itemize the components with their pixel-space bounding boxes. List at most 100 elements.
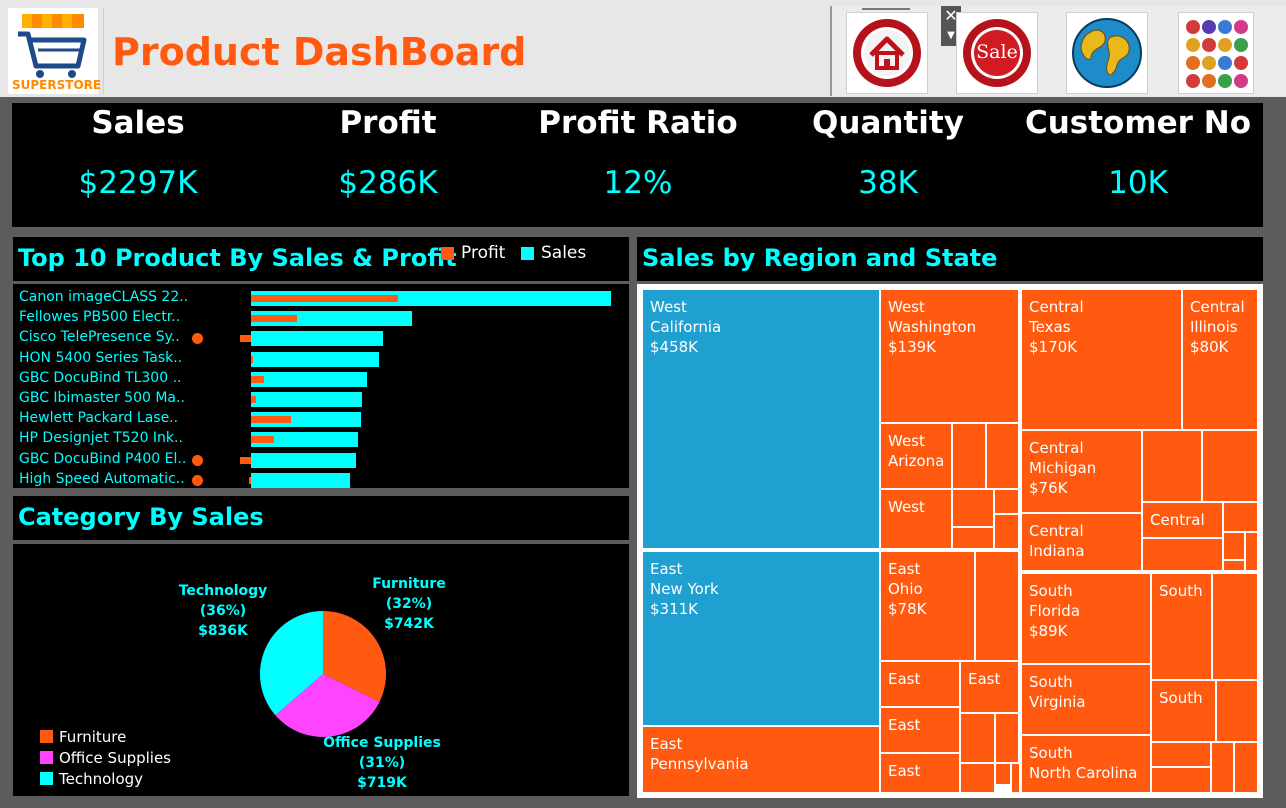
profit-bar[interactable]: [251, 355, 253, 363]
treemap-cell[interactable]: [986, 423, 1019, 489]
profit-bar[interactable]: [239, 456, 251, 464]
cell-region: East: [888, 670, 921, 688]
kpi-profit-ratio-label: Profit Ratio: [538, 105, 738, 141]
sales-bar[interactable]: [251, 371, 367, 387]
legend-technology-label: Technology: [59, 770, 144, 788]
treemap-cell-central-texas[interactable]: Central Texas $170K: [1021, 289, 1182, 430]
treemap-cell[interactable]: [1245, 532, 1258, 571]
kpi-sales-value: $2297K: [78, 165, 198, 201]
product-label: GBC Ibimaster 500 Ma..: [19, 390, 185, 406]
treemap-cell-central-illinois[interactable]: Central Illinois $80K: [1182, 289, 1258, 430]
profit-bar[interactable]: [251, 436, 275, 444]
product-label: Hewlett Packard Lase..: [19, 410, 179, 427]
pie-label-technology: Technology (36%) $836K: [168, 581, 278, 641]
pie-label-technology-pct: (36%): [199, 603, 247, 619]
treemap-cell[interactable]: [1212, 573, 1258, 680]
superstore-logo: SUPERSTORE: [8, 8, 102, 94]
product-label: HP Designjet T520 Ink..: [19, 430, 183, 447]
cell-state: Virginia: [1029, 693, 1086, 711]
treemap-cell-east-ohio[interactable]: East Ohio $78K: [880, 551, 975, 661]
treemap-cell-east-small-1[interactable]: East: [880, 661, 960, 707]
treemap-cell[interactable]: [1216, 680, 1258, 742]
treemap-cell-south-north-carolina[interactable]: South North Carolina: [1021, 735, 1151, 793]
treemap-cell-central-michigan[interactable]: Central Michigan $76K: [1021, 430, 1142, 513]
profit-bar[interactable]: [251, 416, 291, 424]
treemap-cell[interactable]: [952, 527, 994, 549]
profit-bar[interactable]: [251, 375, 264, 383]
top10-title: Top 10 Product By Sales & Profit: [18, 244, 457, 272]
treemap-cell[interactable]: [994, 514, 1019, 549]
cell-region: West: [888, 498, 925, 516]
kpi-quantity-label: Quantity: [812, 105, 964, 141]
sales-bar[interactable]: [251, 392, 362, 407]
treemap-cell-east-small-2[interactable]: East: [960, 661, 1019, 713]
treemap-cell[interactable]: [960, 763, 995, 793]
treemap-cell[interactable]: [1223, 502, 1258, 532]
treemap-cell[interactable]: [960, 713, 995, 763]
sales-bar[interactable]: [251, 351, 379, 367]
treemap-cell-west-arizona[interactable]: West Arizona: [880, 423, 952, 489]
cell-state: Indiana: [1029, 542, 1085, 560]
treemap-cell[interactable]: [995, 763, 1011, 785]
profit-bar[interactable]: [251, 295, 399, 302]
treemap-cell[interactable]: [1142, 538, 1223, 571]
treemap-cell[interactable]: [952, 423, 986, 489]
treemap-cell-east-new-york[interactable]: East New York $311K: [642, 551, 880, 726]
product-label: HON 5400 Series Task..: [19, 349, 183, 366]
treemap-cell[interactable]: [1211, 742, 1234, 793]
cell-region: East: [888, 560, 921, 578]
treemap-cell[interactable]: [1202, 430, 1258, 502]
treemap-cell-east-small-4[interactable]: East: [880, 753, 960, 793]
profit-bar[interactable]: [251, 315, 297, 323]
treemap-cell[interactable]: [1011, 763, 1020, 793]
treemap-cell-south-virginia[interactable]: South Virginia: [1021, 664, 1151, 735]
treemap-cell[interactable]: [952, 489, 994, 527]
treemap-cell-central-indiana[interactable]: Central Indiana: [1021, 513, 1142, 571]
sales-bar[interactable]: [251, 452, 357, 468]
cell-region: West: [650, 298, 687, 316]
profit-bar[interactable]: [240, 335, 251, 343]
treemap-cell[interactable]: [1223, 560, 1245, 571]
treemap-cell[interactable]: [1151, 742, 1211, 767]
treemap-cell-south-florida[interactable]: South Florida $89K: [1021, 573, 1151, 664]
treemap-cell-east-pennsylvania[interactable]: East Pennsylvania: [642, 726, 880, 793]
treemap-cell[interactable]: [995, 713, 1019, 763]
product-label: Fellowes PB500 Electr..: [19, 309, 181, 326]
cell-state: Arizona: [888, 452, 945, 470]
profit-bar[interactable]: [251, 396, 256, 403]
treemap-cell-west-california[interactable]: West California $458K: [642, 289, 880, 549]
treemap-cell-south-small-1[interactable]: South: [1151, 573, 1212, 680]
treemap-cell[interactable]: [1234, 742, 1258, 793]
product-label: Canon imageCLASS 22..: [19, 289, 189, 305]
treemap-cell[interactable]: [1151, 767, 1211, 793]
logo-text: SUPERSTORE: [12, 78, 102, 92]
pie-label-furniture-pct: (32%): [385, 596, 433, 612]
treemap-cell-central-small[interactable]: Central: [1142, 502, 1223, 538]
treemap-cell-south-small-2[interactable]: South: [1151, 680, 1216, 742]
legend-sales-swatch: [521, 247, 534, 260]
globe-nav-button[interactable]: [1066, 12, 1148, 94]
treemap-cell[interactable]: [1223, 532, 1245, 560]
legend-furniture-label: Furniture: [59, 728, 127, 746]
pie-label-furniture-value: $742K: [384, 616, 434, 632]
home-nav-button[interactable]: [846, 12, 928, 94]
cell-region: Central: [1150, 511, 1205, 529]
cell-region: East: [968, 670, 1001, 688]
cell-state: Pennsylvania: [650, 755, 749, 773]
kpi-customer-no-value: 10K: [1108, 165, 1168, 201]
treemap-cell-east-small-3[interactable]: East: [880, 707, 960, 753]
pie-legend-furniture: Furniture: [40, 728, 126, 746]
treemap-cell-west-small[interactable]: West: [880, 489, 952, 549]
treemap-cell[interactable]: [994, 489, 1019, 514]
cell-region: East: [888, 762, 921, 780]
sales-bar[interactable]: [251, 472, 351, 488]
treemap-cell-west-washington[interactable]: West Washington $139K: [880, 289, 1019, 423]
cell-state: California: [650, 318, 722, 336]
sales-bar[interactable]: [251, 331, 383, 347]
treemap-cell[interactable]: [1142, 430, 1202, 502]
sale-nav-button[interactable]: Sale: [956, 12, 1038, 94]
cell-region: South: [1159, 582, 1203, 600]
treemap-cell[interactable]: [975, 551, 1019, 661]
profit-bar[interactable]: [249, 476, 252, 484]
apps-nav-button[interactable]: [1178, 12, 1254, 94]
